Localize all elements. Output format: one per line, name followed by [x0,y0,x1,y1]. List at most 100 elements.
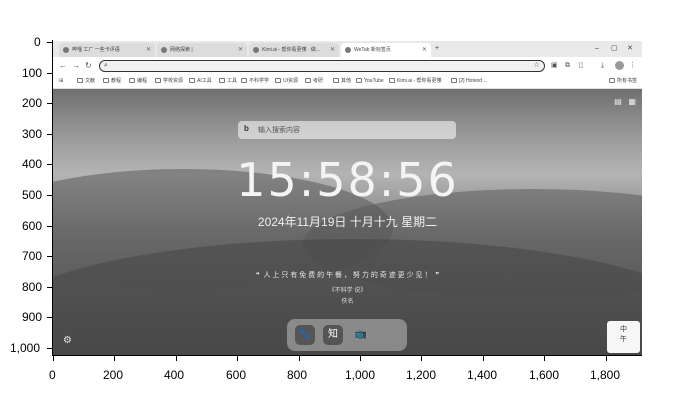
avatar[interactable] [615,61,624,70]
bookmark-item[interactable]: 其他 [333,77,351,86]
bookmark-label: Kimi.ai - 帮你看更懂 [397,78,442,84]
bookmark-label: 其他 [341,78,352,84]
quote-open-icon: ❝ [255,272,260,279]
dock-app-bilibili[interactable]: 📺 [351,325,371,345]
y-tick-label: 500 [22,188,43,202]
sidebar-icon[interactable]: ▯ [579,61,583,71]
close-window-button[interactable]: ✕ [627,43,633,55]
menu-icon[interactable]: ⋮ [629,61,636,71]
bookmark-label: 编程 [137,78,148,84]
address-bar[interactable]: ⌕ ☆ [99,60,545,72]
y-tick-label: 100 [22,66,43,80]
x-tick [237,356,238,361]
folder-icon [155,78,161,84]
quote-author: 佚名 [341,299,354,305]
bing-icon[interactable]: b [244,124,249,133]
dock-app-zhihu[interactable]: 知 [323,325,343,345]
bookmark-item[interactable]: Kimi.ai - 帮你看更懂 [389,77,441,86]
maximize-button[interactable]: ▢ [611,43,618,55]
gear-icon[interactable]: ⚙ [63,335,72,346]
reload-button[interactable]: ↻ [85,60,92,72]
x-tick [53,356,54,361]
puzzle-icon[interactable]: ⧉ [565,61,570,71]
dock-app-baidu[interactable]: 🐾 [295,325,315,345]
date-line: 2024年11月19日 十月十九 星期二 [257,215,438,229]
star-icon[interactable]: ☆ [534,61,540,71]
bookmark-label: 考研 [313,78,324,84]
tab-3[interactable]: Kimi.ai - 帮你看更懂 · 做... ✕ [249,43,339,57]
folder-icon [189,78,195,84]
tab-4-active[interactable]: WeTab 新标签页 ✕ [341,43,431,57]
bookmark-label: YouTube [364,78,384,84]
clock: 15:58:56 [236,153,459,207]
extension-icon[interactable]: ▣ [551,61,558,71]
widget-text: 中 午 [620,326,627,343]
apps-icon[interactable]: ⊞ [59,77,63,86]
close-icon[interactable]: ✕ [422,43,427,57]
bookmark-item[interactable]: 工具 [219,77,237,86]
tab-label: Kimi.ai - 帮你看更懂 · 做... [262,47,321,53]
bookmark-item[interactable]: 不科学学 [241,77,269,86]
folder-icon [129,78,135,84]
y-tick-label: 300 [22,127,43,141]
close-icon[interactable]: ✕ [330,43,335,57]
bookmark-item[interactable]: AI工具 [189,77,212,86]
bookmark-item[interactable]: 教程 [103,77,121,86]
close-icon[interactable]: ✕ [146,43,151,57]
y-tick-label: 0 [34,35,41,49]
bookmark-item[interactable]: [2] Hotend ... [451,77,488,86]
site-icon [451,78,457,84]
y-tick [47,256,52,257]
x-tick-label: 1,400 [467,368,498,382]
close-icon[interactable]: ✕ [238,43,243,57]
bookmark-label: 不科学学 [249,78,270,84]
back-button[interactable]: ← [59,60,67,72]
y-tick [47,317,52,318]
new-tab-page: ▤ ▦ b 输入搜索内容 15:58:56 2024年11月19日 十月十九 星… [53,89,642,355]
x-tick [483,356,484,361]
grid-icon[interactable]: ▦ [628,97,636,106]
minimize-button[interactable]: – [595,43,599,55]
quote-close-icon: ❞ [435,272,440,279]
kimi-icon [389,78,395,84]
bookmarks-bar: ⊞ 文献 教程 编程 学校资源 AI工具 工具 不科学学 UI资源 考研 其他 … [53,75,642,89]
bookmark-item[interactable]: UI资源 [275,77,298,86]
new-tab-button[interactable]: + [435,43,439,55]
forward-button[interactable]: → [72,60,80,72]
folder-icon [103,78,109,84]
folder-icon [333,78,339,84]
app-dock: 🐾 知 📺 [287,319,407,351]
tab-1[interactable]: 哔哩 工厂 一些卡评语 ✕ [59,43,155,57]
tab-label: WeTab 新标签页 [354,47,391,53]
y-tick-label: 200 [22,96,43,110]
bookmark-item[interactable]: 文献 [77,77,95,86]
wallpaper-icon[interactable]: ▤ [614,97,622,106]
bookmark-label: 文献 [85,78,96,84]
quote-source: 《不科学 说》 [328,288,367,294]
search-input[interactable]: b 输入搜索内容 [238,121,456,139]
x-tick-label: 200 [103,368,124,382]
x-tick-label: 600 [226,368,247,382]
search-icon: ⌕ [104,62,108,69]
tab-bar: 哔哩 工厂 一些卡评语 ✕ 网络探索 | ✕ Kimi.ai - 帮你看更懂 · … [53,41,642,57]
bookmark-item[interactable]: 考研 [305,77,323,86]
y-tick [47,226,52,227]
bookmark-label: 所有书签 [617,78,638,84]
bookmark-item[interactable]: 编程 [129,77,147,86]
y-tick-label: 900 [22,310,43,324]
tab-favicon [161,46,167,53]
tab-favicon [63,46,69,53]
x-tick-label: 0 [49,368,56,382]
all-bookmarks[interactable]: 所有书签 [609,77,637,86]
folder-icon [609,78,615,84]
bookmark-item[interactable]: YouTube [356,77,384,86]
tab-2[interactable]: 网络探索 | ✕ [157,43,247,57]
download-icon[interactable]: ⤓ [601,61,604,71]
bookmark-item[interactable]: 学校资源 [155,77,183,86]
bookmark-label: UI资源 [283,78,299,84]
y-tick [47,348,52,349]
y-tick [47,73,52,74]
browser-toolbar: ← → ↻ ⌕ ☆ ▣ ⧉ ▯ ⤓ ⋮ [53,57,642,75]
x-tick-label: 1,000 [345,368,376,382]
calendar-widget[interactable]: 中 午 [607,321,640,353]
